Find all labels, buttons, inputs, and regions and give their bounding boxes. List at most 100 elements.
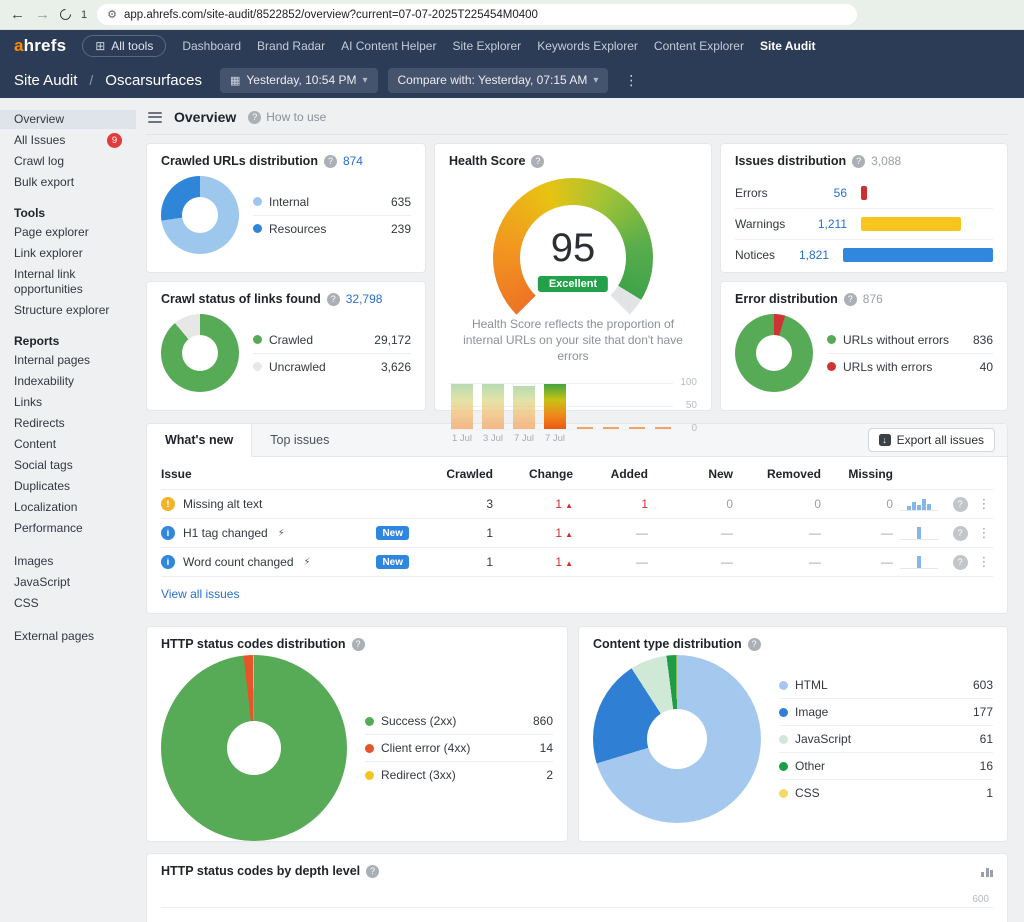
sidebar-item-overview[interactable]: Overview [0,110,136,129]
browser-back-icon[interactable]: ← [10,6,25,23]
help-icon[interactable]: ? [953,497,968,512]
breadcrumb-project[interactable]: Oscarsurfaces [105,72,202,89]
sidebar-item-social-tags[interactable]: Social tags [0,456,136,475]
sidebar-item-all-issues[interactable]: All Issues 9 [0,131,136,150]
help-icon[interactable]: ? [327,293,340,306]
row-kebab-menu-icon[interactable]: ⋮ [978,554,991,569]
help-icon[interactable]: ? [748,638,761,651]
sidebar-item-localization[interactable]: Localization [0,498,136,517]
view-all-issues-link[interactable]: View all issues [161,577,239,603]
sidebar-item-indexability[interactable]: Indexability [0,372,136,391]
issue-label[interactable]: Word count changed [183,555,294,569]
legend-item-html[interactable]: HTML 603 [779,672,993,699]
sidebar-section-tools: Tools [0,194,136,223]
row-kebab-menu-icon[interactable]: ⋮ [978,496,991,511]
tab-whats-new[interactable]: What's new [147,424,252,457]
help-icon[interactable]: ? [953,526,968,541]
sidebar-item-bulk-export[interactable]: Bulk export [0,173,136,192]
help-icon[interactable]: ? [852,155,865,168]
sidebar-item-content[interactable]: Content [0,435,136,454]
legend-item-css[interactable]: CSS 1 [779,780,993,806]
legend-item-resources[interactable]: Resources 239 [253,216,411,242]
issues-table-header: Issue Crawled Change Added New Removed M… [161,459,993,490]
sidebar-item-internal-link-opportunities[interactable]: Internal link opportunities [0,265,136,299]
help-icon[interactable]: ? [324,155,337,168]
tab-top-issues[interactable]: Top issues [252,424,347,456]
issues-row-value-link[interactable]: 1,821 [789,248,829,262]
issue-label[interactable]: H1 tag changed [183,526,268,540]
trend-bar-current[interactable] [544,384,566,429]
help-icon[interactable]: ? [366,865,379,878]
how-to-use-link[interactable]: ? How to use [248,110,326,124]
sidebar-toggle-icon[interactable] [148,109,162,125]
site-settings-icon[interactable]: ⚙ [107,8,117,21]
compare-selector[interactable]: Compare with: Yesterday, 07:15 AM ▾ [388,68,609,93]
sidebar-item-performance[interactable]: Performance [0,519,136,538]
sidebar-item-structure-explorer[interactable]: Structure explorer [0,301,136,320]
all-tools-button[interactable]: ⊞ All tools [82,35,166,57]
nav-item-keywords-explorer[interactable]: Keywords Explorer [537,39,638,53]
nav-item-site-explorer[interactable]: Site Explorer [452,39,521,53]
header-kebab-menu-icon[interactable]: ⋮ [618,72,644,89]
help-icon[interactable]: ? [953,555,968,570]
sidebar-item-javascript[interactable]: JavaScript [0,573,136,592]
sidebar-item-images[interactable]: Images [0,552,136,571]
browser-forward-icon[interactable]: → [35,6,50,23]
row-kebab-menu-icon[interactable]: ⋮ [978,525,991,540]
browser-reload-icon[interactable] [58,7,74,23]
added-value: — [573,555,648,569]
legend-label: HTML [795,678,966,692]
chart-type-icon[interactable] [981,866,993,877]
legend-item-urls-without-errors[interactable]: URLs without errors 836 [827,327,993,354]
issue-label[interactable]: Missing alt text [183,497,262,511]
trend-ytick: 100 [680,377,697,388]
trend-bar[interactable] [482,384,504,429]
sidebar-item-css[interactable]: CSS [0,594,136,613]
legend-item-urls-with-errors[interactable]: URLs with errors 40 [827,354,993,380]
nav-item-site-audit[interactable]: Site Audit [760,39,816,53]
crawled-urls-total-link[interactable]: 874 [343,154,363,168]
legend-item-uncrawled[interactable]: Uncrawled 3,626 [253,354,411,380]
breadcrumb-section[interactable]: Site Audit [14,72,77,89]
nav-item-dashboard[interactable]: Dashboard [182,39,241,53]
trend-bar[interactable] [451,384,473,429]
card-crawl-status: Crawl status of links found ? 32,798 Cra… [146,281,426,411]
export-all-issues-button[interactable]: ↓ Export all issues [868,428,995,452]
legend-item-other[interactable]: Other 16 [779,753,993,780]
legend-item-success[interactable]: Success (2xx) 860 [365,708,553,735]
card-title: Error distribution [735,292,838,306]
sidebar-item-duplicates[interactable]: Duplicates [0,477,136,496]
nav-item-brand-radar[interactable]: Brand Radar [257,39,325,53]
sidebar-item-internal-pages[interactable]: Internal pages [0,351,136,370]
nav-item-content-explorer[interactable]: Content Explorer [654,39,744,53]
sidebar-item-external-pages[interactable]: External pages [0,627,136,646]
help-icon[interactable]: ? [352,638,365,651]
url-text[interactable]: app.ahrefs.com/site-audit/8522852/overvi… [124,9,538,21]
nav-item-ai-content-helper[interactable]: AI Content Helper [341,39,436,53]
ahrefs-logo[interactable]: ahrefs [14,36,66,56]
address-bar[interactable]: ⚙ app.ahrefs.com/site-audit/8522852/over… [97,4,857,25]
help-icon[interactable]: ? [531,155,544,168]
issue-row-missing-alt-text[interactable]: ! Missing alt text 3 1▲ 1 0 0 0 ? ⋮ [161,490,993,519]
trend-bar[interactable] [513,386,535,429]
sidebar-item-redirects[interactable]: Redirects [0,414,136,433]
issues-row-value-link[interactable]: 56 [799,186,847,200]
sidebar-item-links[interactable]: Links [0,393,136,412]
legend-item-image[interactable]: Image 177 [779,699,993,726]
legend-item-javascript[interactable]: JavaScript 61 [779,726,993,753]
legend-item-crawled[interactable]: Crawled 29,172 [253,327,411,354]
issue-row-h1-tag-changed[interactable]: i H1 tag changed ⚡ New 1 1▲ — — — — ? ⋮ [161,519,993,548]
legend-item-internal[interactable]: Internal 635 [253,189,411,216]
legend-item-client-error[interactable]: Client error (4xx) 14 [365,735,553,762]
depth-ytick: 600 [972,894,989,905]
issues-row-value-link[interactable]: 1,211 [799,217,847,231]
crawl-date-selector[interactable]: ▦ Yesterday, 10:54 PM ▾ [220,68,378,93]
links-total-link[interactable]: 32,798 [346,292,383,306]
sidebar-item-link-explorer[interactable]: Link explorer [0,244,136,263]
issue-row-word-count-changed[interactable]: i Word count changed ⚡ New 1 1▲ — — — — … [161,548,993,577]
legend-item-redirect[interactable]: Redirect (3xx) 2 [365,762,553,788]
sidebar-item-crawl-log[interactable]: Crawl log [0,152,136,171]
sidebar-item-page-explorer[interactable]: Page explorer [0,223,136,242]
change-value: 1▲ [493,497,573,511]
help-icon[interactable]: ? [844,293,857,306]
